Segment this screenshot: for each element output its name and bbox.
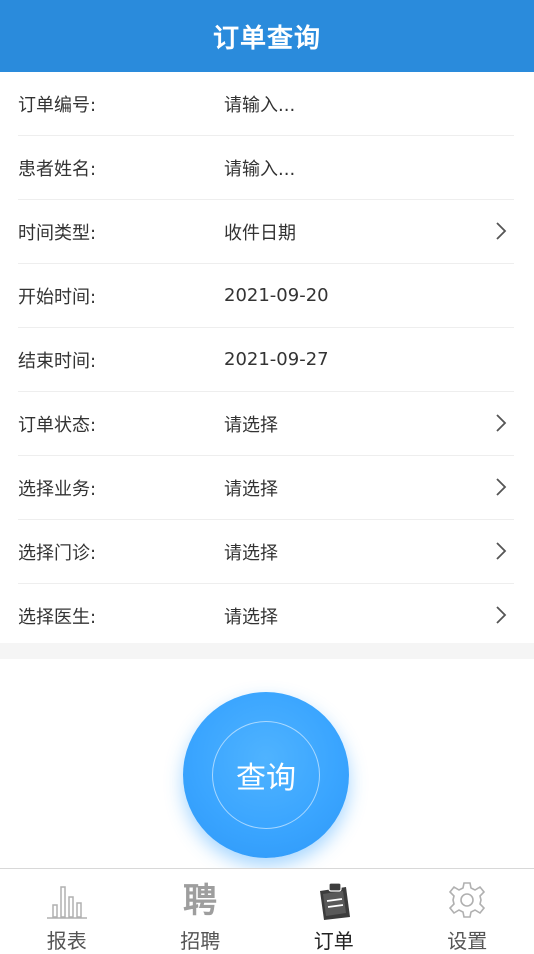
- tab-report[interactable]: 报表: [0, 869, 134, 951]
- field-label: 订单状态:: [18, 411, 96, 437]
- patient-name-field[interactable]: 患者姓名: 请输入...: [18, 136, 514, 200]
- field-label: 选择医生:: [18, 603, 96, 629]
- chevron-right-icon: [494, 540, 508, 562]
- chevron-right-icon: [494, 412, 508, 434]
- doctor-value: 请选择: [224, 603, 278, 629]
- tab-recruit[interactable]: 聘 招聘: [134, 869, 268, 951]
- clinic-select[interactable]: 选择门诊: 请选择: [18, 520, 514, 584]
- start-date-field[interactable]: 开始时间: 2021-09-20: [18, 264, 514, 328]
- field-label: 选择业务:: [18, 475, 96, 501]
- time-type-value: 收件日期: [224, 219, 296, 245]
- order-status-value: 请选择: [224, 411, 278, 437]
- business-value: 请选择: [224, 475, 278, 501]
- pin-glyph: 聘: [183, 881, 217, 921]
- order-query-form: 订单编号: 请输入... 患者姓名: 请输入... 时间类型: 收件日期 开始时…: [0, 72, 534, 648]
- patient-name-input[interactable]: 请输入...: [224, 155, 295, 181]
- field-label: 订单编号:: [18, 91, 96, 117]
- start-date-value[interactable]: 2021-09-20: [224, 285, 329, 306]
- order-number-field[interactable]: 订单编号: 请输入...: [18, 72, 514, 136]
- chevron-right-icon: [494, 476, 508, 498]
- chevron-right-icon: [494, 220, 508, 242]
- clinic-value: 请选择: [224, 539, 278, 565]
- end-date-value[interactable]: 2021-09-27: [224, 349, 329, 370]
- field-label: 患者姓名:: [18, 155, 96, 181]
- doctor-select[interactable]: 选择医生: 请选择: [18, 584, 514, 648]
- order-number-input[interactable]: 请输入...: [224, 91, 295, 117]
- query-button[interactable]: 查询: [183, 692, 349, 858]
- field-label: 开始时间:: [18, 283, 96, 309]
- field-label: 时间类型:: [18, 219, 96, 245]
- section-divider: [0, 643, 534, 659]
- end-date-field[interactable]: 结束时间: 2021-09-27: [18, 328, 514, 392]
- field-label: 结束时间:: [18, 347, 96, 373]
- gear-icon: [445, 879, 489, 921]
- tab-order[interactable]: 订单: [267, 869, 401, 951]
- tab-settings[interactable]: 设置: [401, 869, 534, 951]
- query-button-label: 查询: [183, 692, 349, 858]
- pin-character-icon: 聘: [178, 879, 222, 921]
- app-header: 订单查询: [0, 0, 534, 72]
- bottom-tab-bar: 报表 聘 招聘 订单 设置: [0, 868, 534, 951]
- time-type-select[interactable]: 时间类型: 收件日期: [18, 200, 514, 264]
- chevron-right-icon: [494, 604, 508, 626]
- page-title: 订单查询: [213, 18, 321, 55]
- field-label: 选择门诊:: [18, 539, 96, 565]
- bar-chart-icon: [45, 879, 89, 921]
- clipboard-icon: [312, 879, 356, 921]
- business-select[interactable]: 选择业务: 请选择: [18, 456, 514, 520]
- order-status-select[interactable]: 订单状态: 请选择: [18, 392, 514, 456]
